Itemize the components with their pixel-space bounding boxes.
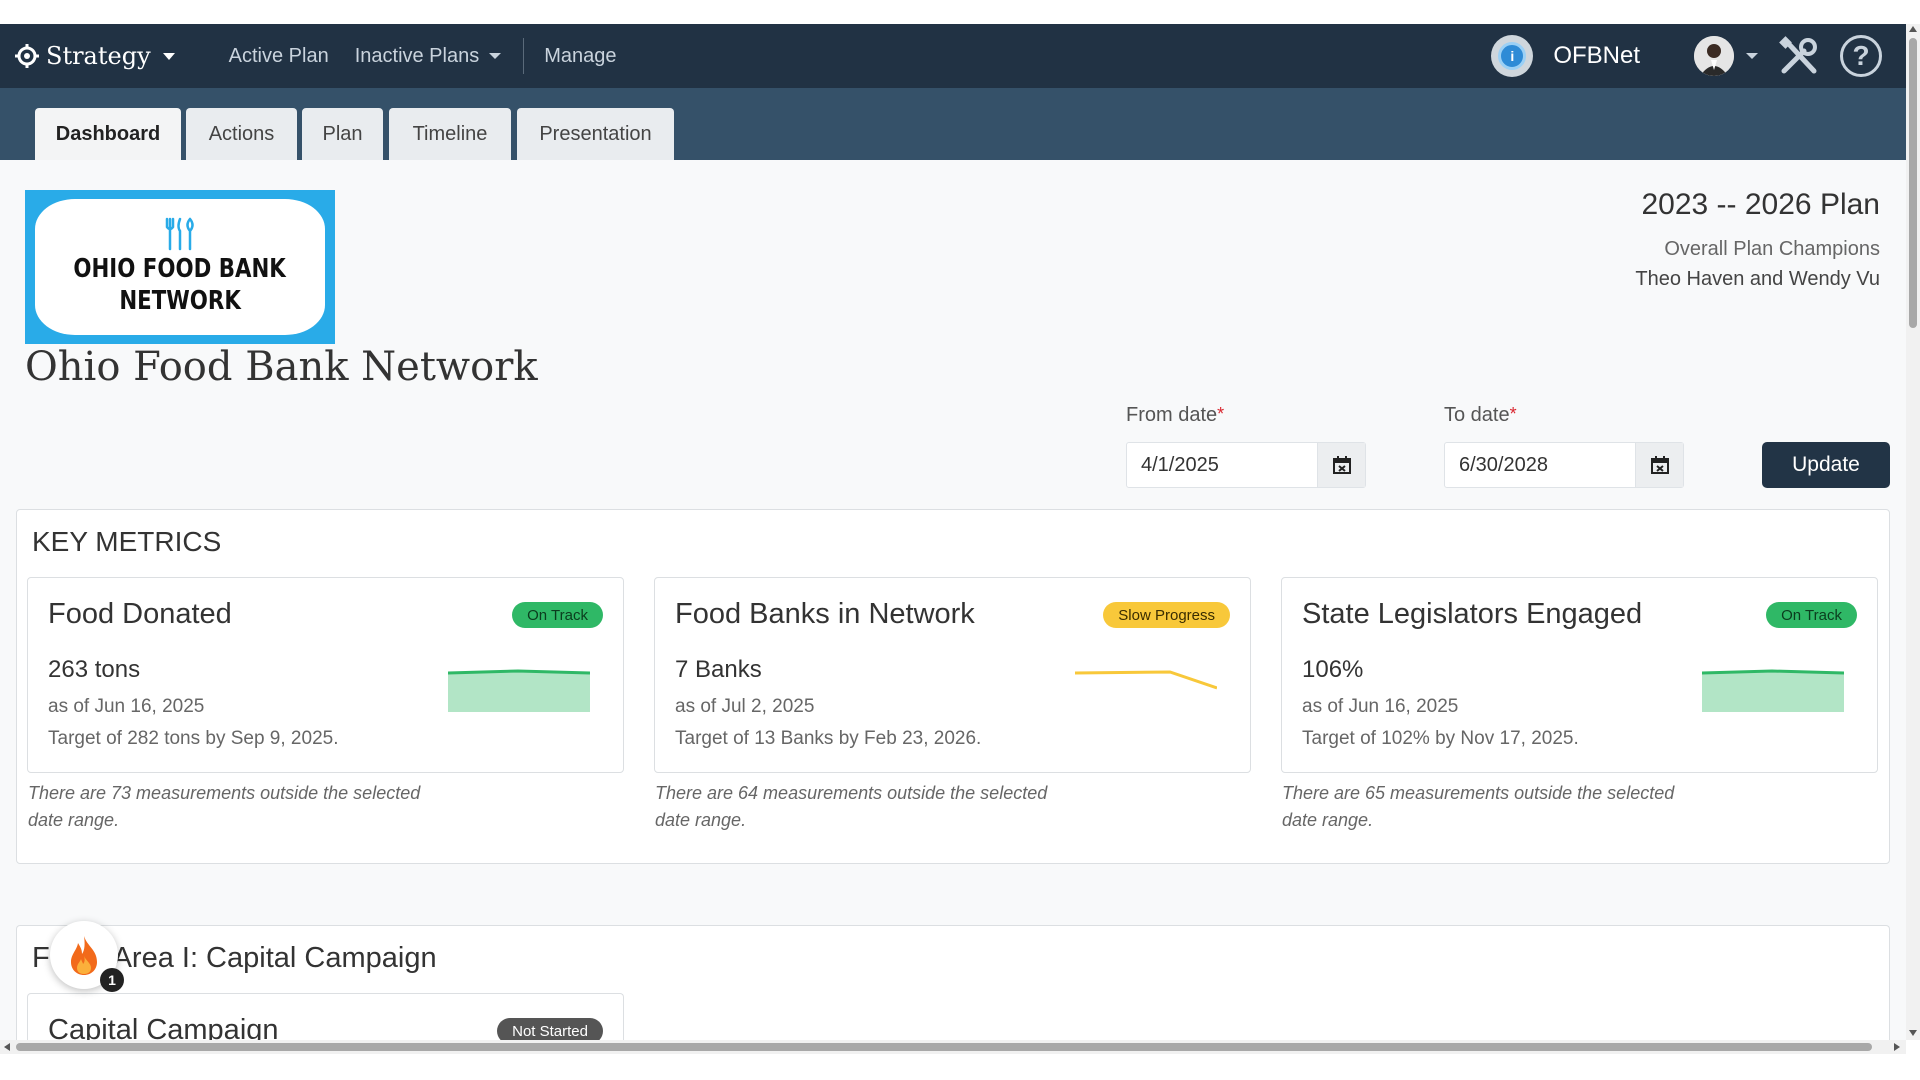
status-badge: On Track [512,602,603,628]
metric-as-of: as of Jun 16, 2025 [1302,696,1459,717]
scroll-down-arrow-icon[interactable] [1909,1030,1917,1036]
horizontal-scrollbar[interactable] [0,1040,1906,1054]
metric-target: Target of 102% by Nov 17, 2025. [1302,728,1579,749]
brand-menu[interactable]: Strategy [14,42,175,70]
metric-name: Capital Campaign [48,1014,279,1043]
to-date-label-text: To date [1444,404,1510,426]
sparkline-chart [1075,670,1217,690]
nav-divider [523,38,525,74]
metric-value: 106% [1302,656,1364,683]
chevron-down-icon[interactable] [1746,53,1758,59]
tab-timeline[interactable]: Timeline [389,108,511,160]
metric-card-capital-campaign[interactable]: Capital Campaign Not Started [27,993,624,1043]
from-date-input[interactable]: 4/1/2025 [1127,454,1317,477]
metric-target: Target of 13 Banks by Feb 23, 2026. [675,728,982,749]
logo-text-line1: OHIO FOOD BANK [73,254,287,284]
org-logo: OHIO FOOD BANK NETWORK [25,190,335,344]
strategy-gear-icon [15,44,39,68]
fire-icon [71,936,97,975]
vertical-scrollbar[interactable] [1906,24,1920,1040]
metric-note: There are 73 measurements outside the se… [28,783,421,830]
horizontal-scroll-thumb[interactable] [16,1043,1872,1051]
metric-card-food-donated[interactable]: Food Donated On Track 263 tons as of Jun… [27,577,624,773]
scroll-left-arrow-icon[interactable] [4,1043,10,1051]
tab-dashboard[interactable]: Dashboard [35,108,181,160]
sparkline-area [1702,671,1844,712]
status-badge: Slow Progress [1103,602,1230,628]
plan-title: 2023 -- 2026 Plan [1641,188,1880,221]
plan-champions-label: Overall Plan Champions [1664,238,1880,260]
org-title: Ohio Food Bank Network [25,344,538,390]
metric-note: There are 65 measurements outside the se… [1282,783,1675,830]
nav-inactive-plans[interactable]: Inactive Plans [355,45,502,68]
chevron-down-icon [162,52,175,60]
user-avatar-icon [1694,36,1734,76]
brand-label: Strategy [46,42,151,70]
tools-icon[interactable] [1778,35,1820,77]
nav-manage[interactable]: Manage [544,45,616,68]
metric-card-food-banks[interactable]: Food Banks in Network Slow Progress 7 Ba… [654,577,1251,773]
status-badge: On Track [1766,602,1857,628]
org-switcher[interactable]: OFBNet [1553,42,1640,70]
metric-name: State Legislators Engaged [1302,598,1643,630]
metric-value: 7 Banks [675,656,762,683]
metric-name: Food Banks in Network [675,598,975,630]
metric-target: Target of 282 tons by Sep 9, 2025. [48,728,339,749]
nav-active-plan[interactable]: Active Plan [229,45,329,68]
utensils-icon [165,217,194,251]
key-metrics-title: KEY METRICS [32,526,222,557]
top-navbar: Strategy Active Plan Inactive Plans Mana… [0,24,1906,88]
required-mark: * [1509,404,1517,424]
org-logo-icon: i [1498,42,1527,70]
metric-card-legislators[interactable]: State Legislators Engaged On Track 106% … [1281,577,1878,773]
update-button[interactable]: Update [1762,442,1890,488]
from-date-label: From date* [1126,404,1224,427]
notification-count-badge: 1 [100,968,124,992]
tab-plan[interactable]: Plan [302,108,383,160]
nav-inactive-plans-label: Inactive Plans [354,44,480,67]
metric-note: There are 64 measurements outside the se… [655,783,1048,830]
org-badge-icon[interactable]: i [1491,35,1534,77]
from-date-label-text: From date [1126,404,1218,426]
metric-as-of: as of Jul 2, 2025 [675,696,815,717]
user-avatar[interactable] [1694,36,1734,76]
to-date-field[interactable]: 6/30/2028 [1444,442,1684,488]
chevron-down-icon [489,53,502,59]
scroll-up-arrow-icon[interactable] [1909,26,1917,32]
calendar-icon [1650,456,1669,474]
metric-as-of: as of Jun 16, 2025 [48,696,205,717]
nav-right-group: i OFBNet ? [1491,24,1882,88]
bottom-strip [0,1054,1920,1080]
sparkline-line [1075,670,1217,690]
to-date-input[interactable]: 6/30/2028 [1445,454,1635,477]
sparkline-chart [448,669,590,712]
vertical-scroll-thumb[interactable] [1909,38,1917,328]
from-date-calendar-button[interactable] [1317,443,1365,487]
from-date-field[interactable]: 4/1/2025 [1126,442,1366,488]
logo-text-line2: NETWORK [119,286,241,316]
tab-presentation[interactable]: Presentation [517,108,674,160]
to-date-calendar-button[interactable] [1635,443,1683,487]
top-strip [0,0,1920,24]
sparkline-area [448,671,590,712]
required-mark: * [1217,404,1225,424]
sparkline-chart [1702,669,1844,712]
metric-name: Food Donated [48,598,232,630]
calendar-icon [1332,456,1351,474]
metric-value: 263 tons [48,656,141,683]
scroll-right-arrow-icon[interactable] [1894,1043,1900,1051]
to-date-label: To date* [1444,404,1517,427]
plan-champions: Theo Haven and Wendy Vu [1635,268,1880,290]
tab-actions[interactable]: Actions [186,108,297,160]
help-icon[interactable]: ? [1840,35,1882,77]
tab-bar: Dashboard Actions Plan Timeline Presenta… [0,88,1906,160]
org-logo-inner: OHIO FOOD BANK NETWORK [35,199,325,335]
